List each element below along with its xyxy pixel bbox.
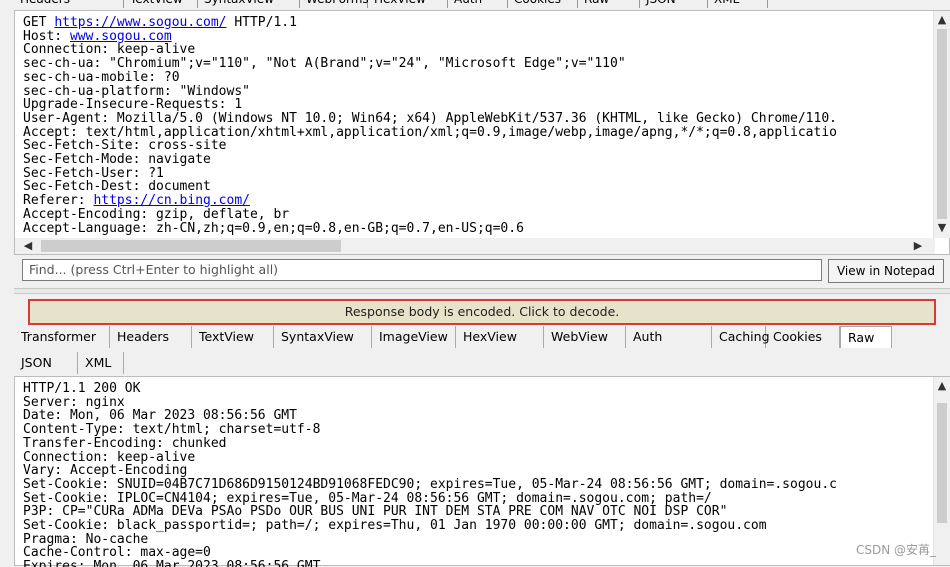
request-line: Accept-Encoding: gzip, deflate, br bbox=[23, 207, 929, 222]
request-tab-strip: HeadersTextViewSyntaxViewWebFormsHexView… bbox=[0, 0, 950, 10]
request-text-segment: Accept-Language: zh-CN,zh;q=0.9,en;q=0.8… bbox=[23, 220, 524, 236]
response-tab-transformer[interactable]: Transformer bbox=[14, 326, 110, 348]
scroll-down-icon[interactable]: ▼ bbox=[935, 221, 949, 234]
request-line: Connection: keep-alive bbox=[23, 43, 929, 57]
request-horizontal-scrollbar[interactable]: ◀ ▶ bbox=[15, 238, 935, 254]
response-tab-cookies[interactable]: Cookies bbox=[766, 326, 840, 348]
request-line: Upgrade-Insecure-Requests: 1 bbox=[23, 98, 929, 112]
request-line: sec-ch-ua-mobile: ?0 bbox=[23, 70, 929, 85]
response-tab-caching[interactable]: Caching bbox=[712, 326, 770, 348]
response-line: Transfer-Encoding: chunked bbox=[23, 435, 227, 451]
request-tab-xml[interactable]: XML bbox=[708, 0, 768, 8]
request-raw-pane[interactable]: GET https://www.sogou.com/ HTTP/1.1 Host:… bbox=[14, 10, 950, 255]
response-line: Vary: Accept-Encoding bbox=[23, 463, 188, 479]
response-tab-headers[interactable]: Headers bbox=[110, 326, 192, 348]
watermark: CSDN @安苒_ bbox=[855, 543, 936, 557]
request-hscroll-thumb[interactable] bbox=[41, 240, 341, 252]
request-line: Sec-Fetch-Mode: navigate bbox=[23, 153, 929, 167]
response-tab-strip: Transformer Headers TextView SyntaxView Imag… bbox=[14, 326, 950, 376]
response-line: Server: nginx bbox=[23, 394, 125, 410]
response-tab-syntaxview[interactable]: SyntaxView bbox=[274, 326, 372, 348]
request-tab-raw[interactable]: Raw bbox=[578, 0, 640, 8]
request-line: User-Agent: Mozilla/5.0 (Windows NT 10.0… bbox=[23, 112, 929, 126]
response-line: Set-Cookie: black_passportid=; path=/; e… bbox=[23, 518, 767, 534]
view-in-notepad-button[interactable]: View in Notepad bbox=[828, 259, 944, 283]
response-tab-imageview[interactable]: ImageView bbox=[372, 326, 456, 348]
request-vscroll-thumb[interactable] bbox=[937, 29, 947, 219]
request-raw-text[interactable]: GET https://www.sogou.com/ HTTP/1.1 Host:… bbox=[23, 16, 929, 238]
response-line: Date: Mon, 06 Mar 2023 08:56:56 GMT bbox=[23, 408, 297, 424]
request-tab-syntaxview[interactable]: SyntaxView bbox=[198, 0, 300, 8]
response-line: HTTP/1.1 200 OK bbox=[23, 382, 141, 396]
scroll-up-icon[interactable]: ▲ bbox=[935, 13, 949, 26]
response-raw-text[interactable]: HTTP/1.1 200 OK Server: nginx Date: Mon, 0… bbox=[23, 382, 929, 567]
request-line: Sec-Fetch-Dest: document bbox=[23, 180, 929, 194]
response-vscroll-thumb[interactable] bbox=[937, 403, 947, 523]
response-line: Cache-Control: max-age=0 bbox=[23, 545, 211, 561]
response-tab-xml[interactable]: XML bbox=[78, 352, 124, 374]
scroll-left-icon[interactable]: ◀ bbox=[21, 239, 35, 252]
response-raw-pane[interactable]: HTTP/1.1 200 OK Server: nginx Date: Mon, 0… bbox=[14, 376, 950, 567]
scroll-right-icon[interactable]: ▶ bbox=[911, 239, 925, 252]
decode-response-bar[interactable]: Response body is encoded. Click to decod… bbox=[28, 299, 936, 325]
response-line: Set-Cookie: IPLOC=CN4104; expires=Tue, 0… bbox=[23, 490, 712, 506]
request-vertical-scrollbar[interactable]: ▲ ▼ bbox=[933, 11, 950, 238]
request-tab-headers[interactable]: Headers bbox=[14, 0, 124, 8]
request-text-segment: HTTP/1.1 bbox=[226, 16, 297, 30]
request-line: Sec-Fetch-User: ?1 bbox=[23, 166, 929, 181]
response-tab-auth[interactable]: Auth bbox=[626, 326, 712, 348]
response-tab-hexview[interactable]: HexView bbox=[456, 326, 544, 348]
request-line: Sec-Fetch-Site: cross-site bbox=[23, 139, 929, 153]
request-tab-json[interactable]: JSON bbox=[640, 0, 708, 8]
request-line: Host: www.sogou.com bbox=[23, 29, 929, 44]
request-line: sec-ch-ua-platform: "Windows" bbox=[23, 84, 929, 99]
response-vertical-scrollbar[interactable]: ▲ bbox=[933, 377, 950, 565]
request-line: Accept: text/html,application/xhtml+xml,… bbox=[23, 125, 929, 140]
response-line: Set-Cookie: SNUID=04B7C71D686D9150124BD9… bbox=[23, 476, 837, 492]
response-line: P3P: CP="CURa ADMa DEVa PSAo PSDo OUR BU… bbox=[23, 504, 728, 520]
request-tab-textview[interactable]: TextView bbox=[124, 0, 198, 8]
response-tab-json[interactable]: JSON bbox=[14, 352, 78, 374]
request-tab-webforms[interactable]: WebForms bbox=[300, 0, 369, 8]
request-line: Accept-Language: zh-CN,zh;q=0.9,en;q=0.8… bbox=[23, 220, 929, 236]
request-line: GET https://www.sogou.com/ HTTP/1.1 bbox=[23, 16, 929, 30]
scroll-up-icon[interactable]: ▲ bbox=[935, 379, 949, 392]
request-tab-auth[interactable]: Auth bbox=[448, 0, 508, 8]
response-tab-textview[interactable]: TextView bbox=[192, 326, 274, 348]
response-tab-webview[interactable]: WebView bbox=[544, 326, 626, 348]
response-line: Pragma: No-cache bbox=[23, 531, 149, 547]
response-line: Content-Type: text/html; charset=utf-8 bbox=[23, 422, 321, 438]
request-tab-cookies[interactable]: Cookies bbox=[508, 0, 578, 8]
request-line: sec-ch-ua: "Chromium";v="110", "Not A(Br… bbox=[23, 57, 929, 71]
request-line: Referer: https://cn.bing.com/ bbox=[23, 194, 929, 208]
find-input[interactable]: Find... (press Ctrl+Enter to highlight a… bbox=[22, 259, 822, 281]
response-line: Connection: keep-alive bbox=[23, 449, 196, 465]
request-tab-hexview[interactable]: HexView bbox=[368, 0, 448, 8]
pane-splitter[interactable] bbox=[14, 288, 950, 294]
find-bar: Find... (press Ctrl+Enter to highlight a… bbox=[14, 256, 950, 286]
response-tab-raw[interactable]: Raw bbox=[840, 326, 892, 348]
